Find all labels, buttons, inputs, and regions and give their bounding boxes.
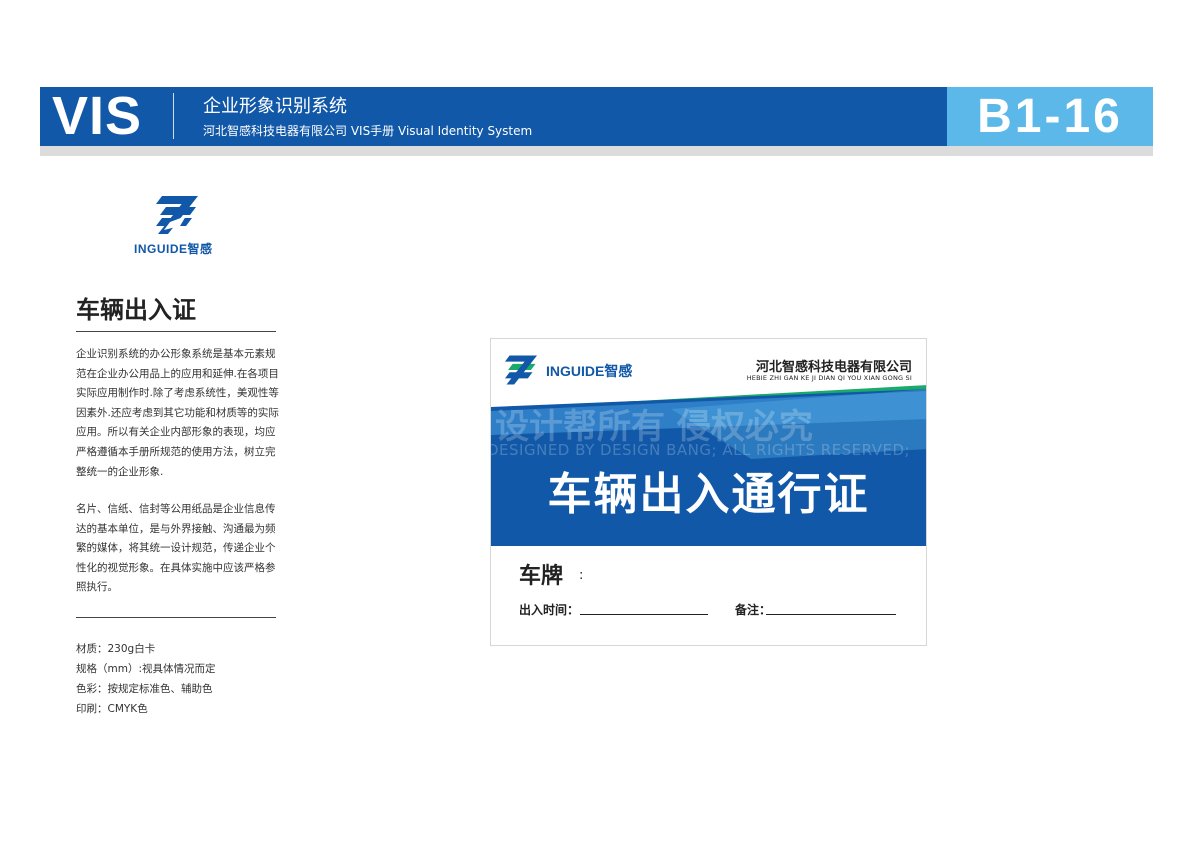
header-shadow — [40, 146, 1153, 156]
description-paragraph-2: 名片、信纸、信封等公用纸品是企业信息传达的基本单位，是与外界接触、沟通最为频繁的… — [76, 503, 276, 594]
header-title: 企业形象识别系统 — [203, 96, 347, 117]
vehicle-pass-card: INGUIDE智感 河北智感科技电器有限公司 HEBIE ZHI GAN KE … — [490, 338, 927, 646]
header-subtitle: 河北智感科技电器有限公司 VIS手册 Visual Identity Syste… — [203, 124, 533, 138]
paragraph-rule — [76, 617, 276, 618]
entry-time-label: 出入时间： — [519, 603, 580, 617]
card-company-name: 河北智感科技电器有限公司 — [755, 360, 912, 375]
watermark-en: DESIGNED BY DESIGN BANG; ALL RIGHTS RESE… — [490, 441, 911, 459]
note-label: 备注： — [735, 603, 772, 617]
description-paragraph-1: 企业识别系统的办公形象系统是基本元素规范在企业办公用品上的应用和延伸.在各项目实… — [76, 348, 279, 478]
card-logo-text: INGUIDE智感 — [546, 363, 633, 379]
spec-color: 色彩：按规定标准色、辅助色 — [76, 683, 213, 695]
card-title: 车辆出入通行证 — [547, 469, 870, 520]
entry-time-line — [580, 614, 708, 615]
brand-logo-text: INGUIDE智感 — [134, 242, 213, 256]
title-rule — [76, 331, 276, 332]
note-line — [766, 614, 896, 615]
spec-print: 印刷：CMYK色 — [76, 703, 148, 715]
plate-label: 车牌 — [519, 564, 564, 589]
section-title: 车辆出入证 — [76, 296, 196, 324]
plate-colon: : — [579, 568, 584, 583]
page-code: B1-16 — [977, 90, 1123, 143]
brand-logo-icon — [156, 196, 198, 234]
vis-label: VIS — [52, 86, 143, 146]
page-code-box: B1-16 — [947, 87, 1153, 146]
card-company-name-en: HEBIE ZHI GAN KE JI DIAN QI YOU XIAN GON… — [746, 374, 912, 382]
card-logo-icon — [505, 355, 537, 385]
header-divider — [173, 93, 174, 139]
spec-size: 规格（mm）:视具体情况而定 — [76, 663, 216, 675]
spec-material: 材质：230g白卡 — [76, 643, 156, 655]
